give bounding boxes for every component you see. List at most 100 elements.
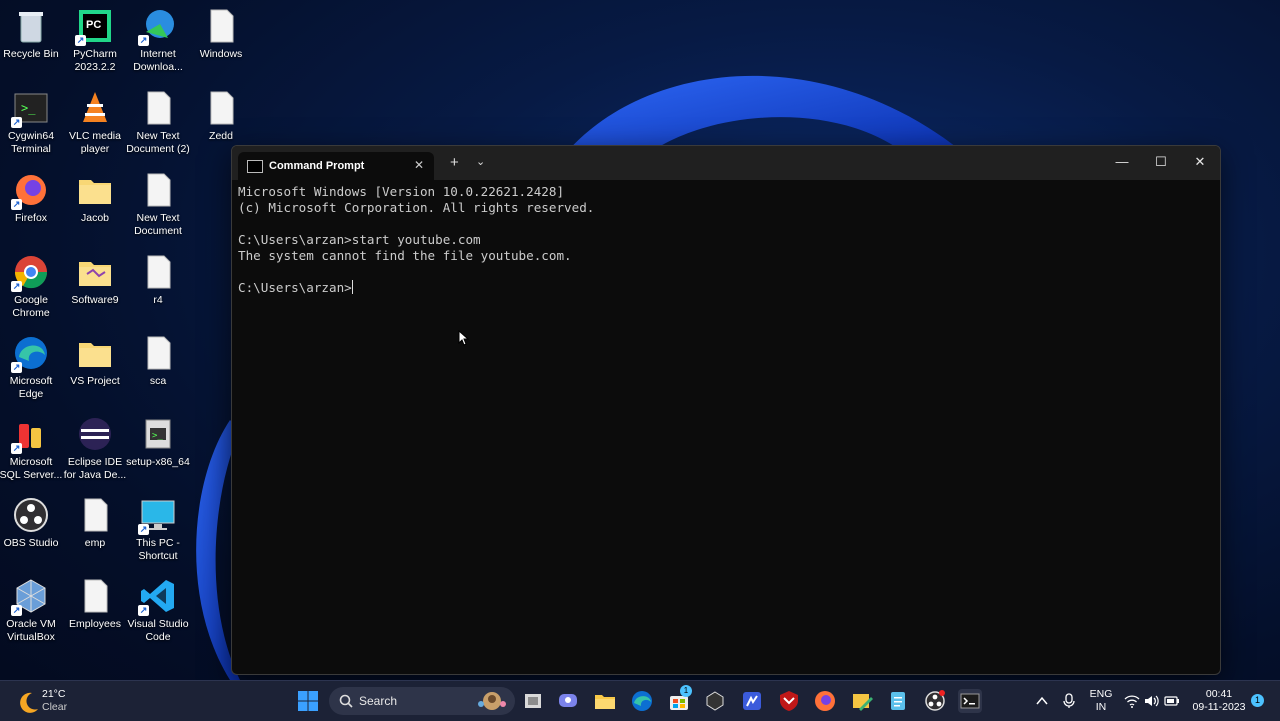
tab-dropdown-chevron-icon[interactable]: ⌄ xyxy=(476,155,485,168)
chevron-up-icon[interactable] xyxy=(1035,694,1049,708)
moon-weather-icon xyxy=(20,692,38,713)
command-prompt-icon xyxy=(247,160,263,173)
firefox-icon: ↗ xyxy=(11,170,51,210)
desktop-icon-vlc[interactable]: VLC media player xyxy=(62,84,128,162)
desktop-icon-sql-server[interactable]: ↗ Microsoft SQL Server... xyxy=(0,410,64,488)
clock-time[interactable]: 00:41 xyxy=(1188,688,1250,701)
desktop-icon-software9[interactable]: Software9 xyxy=(62,248,128,326)
folder-icon xyxy=(595,695,615,709)
taskbar-firefox[interactable] xyxy=(813,689,837,713)
task-view-icon xyxy=(525,694,541,708)
edge-icon: ↗ xyxy=(11,333,51,373)
task-view-button[interactable] xyxy=(521,689,545,713)
chat-icon xyxy=(559,694,577,707)
photo-editor-icon xyxy=(853,694,873,711)
desktop-icon-new-text-doc[interactable]: New Text Document xyxy=(125,166,191,244)
desktop-icon-windows[interactable]: Windows xyxy=(188,2,254,80)
desktop-icon-edge[interactable]: ↗ Microsoft Edge xyxy=(0,329,64,407)
notepad-icon xyxy=(891,692,905,710)
tab-close-icon[interactable]: ✕ xyxy=(414,158,424,172)
pycharm-icon: PC ↗ xyxy=(75,6,115,46)
vscode-icon: ↗ xyxy=(138,576,178,616)
obs-icon xyxy=(925,690,945,711)
virtualbox-icon: ↗ xyxy=(11,576,51,616)
desktop-icon-this-pc[interactable]: ↗ This PC - Shortcut xyxy=(125,491,191,569)
terminal-window[interactable]: Command Prompt ✕ + ⌄ — ☐ ✕ Microsoft Win… xyxy=(231,145,1221,675)
taskbar-app-chart[interactable] xyxy=(740,689,764,713)
desktop-icon-pycharm[interactable]: PC ↗ PyCharm 2023.2.2 xyxy=(62,2,128,80)
taskbar-store[interactable]: 1 xyxy=(667,685,692,713)
microphone-icon[interactable] xyxy=(1062,693,1076,709)
console-line: ​ xyxy=(238,264,1214,280)
desktop-icon-obs[interactable]: OBS Studio xyxy=(0,491,64,569)
taskbar-teams[interactable] xyxy=(556,689,580,713)
chrome-icon: ↗ xyxy=(11,252,51,292)
desktop-icon-vscode[interactable]: ↗ Visual Studio Code xyxy=(125,572,191,650)
obs-icon xyxy=(11,495,51,535)
language-indicator-line1[interactable]: ENG xyxy=(1086,688,1116,701)
desktop-icon-eclipse[interactable]: Eclipse IDE for Java De... xyxy=(62,410,128,488)
volume-icon[interactable] xyxy=(1144,694,1160,708)
desktop-icon-recycle-bin[interactable]: Recycle Bin xyxy=(0,2,64,80)
text-file-icon xyxy=(138,333,178,373)
console-output[interactable]: Microsoft Windows [Version 10.0.22621.24… xyxy=(238,184,1214,670)
wifi-icon[interactable] xyxy=(1124,694,1140,708)
desktop-icon-internet-download[interactable]: ↗ Internet Downloa... xyxy=(125,2,191,80)
desktop-icon-employees[interactable]: Employees xyxy=(62,572,128,650)
weather-widget[interactable]: 21°C Clear xyxy=(14,687,124,715)
search-placeholder: Search xyxy=(359,694,398,708)
desktop-icon-r4[interactable]: r4 xyxy=(125,248,191,326)
new-tab-button[interactable]: + xyxy=(450,154,459,171)
folder-icon xyxy=(75,170,115,210)
desktop-icon-sca[interactable]: sca xyxy=(125,329,191,407)
desktop-icon-virtualbox[interactable]: ↗ Oracle VM VirtualBox xyxy=(0,572,64,650)
desktop-icon-firefox[interactable]: ↗ Firefox xyxy=(0,166,64,244)
desktop-icon-cygwin[interactable]: >_ ↗ Cygwin64 Terminal xyxy=(0,84,64,162)
clock-date[interactable]: 09-11-2023 xyxy=(1188,701,1250,714)
taskbar-mcafee[interactable] xyxy=(777,689,801,713)
desktop-icon-vs-project[interactable]: VS Project xyxy=(62,329,128,407)
close-button[interactable]: ✕ xyxy=(1181,151,1219,173)
svg-text:>_: >_ xyxy=(21,101,36,115)
sql-server-icon: ↗ xyxy=(11,414,51,454)
taskbar-edge[interactable] xyxy=(630,689,654,713)
globe-icon: ↗ xyxy=(138,6,178,46)
maximize-button[interactable]: ☐ xyxy=(1142,151,1180,173)
taskbar-obs[interactable] xyxy=(923,689,947,713)
console-prompt: C:\Users\arzan> xyxy=(238,280,352,295)
unity-icon xyxy=(706,691,724,711)
shield-icon xyxy=(780,691,798,711)
search-box[interactable]: Search xyxy=(329,687,515,715)
desktop-icon-chrome[interactable]: ↗ Google Chrome xyxy=(0,248,64,326)
taskbar-terminal[interactable] xyxy=(958,689,982,713)
language-indicator-line2[interactable]: IN xyxy=(1086,701,1116,714)
desktop-icon-jacob[interactable]: Jacob xyxy=(62,166,128,244)
text-file-icon xyxy=(201,6,241,46)
tab-command-prompt[interactable]: Command Prompt ✕ xyxy=(238,152,434,180)
folder-icon xyxy=(75,333,115,373)
eclipse-icon xyxy=(75,414,115,454)
taskbar-notepad[interactable] xyxy=(886,689,910,713)
minimize-button[interactable]: — xyxy=(1103,151,1141,173)
taskbar-app-paint[interactable] xyxy=(850,689,874,713)
search-highlight-icon xyxy=(478,692,506,710)
text-file-icon xyxy=(138,88,178,128)
console-line: Microsoft Windows [Version 10.0.22621.24… xyxy=(238,184,565,199)
desktop-icon-emp[interactable]: emp xyxy=(62,491,128,569)
installer-icon: >_ xyxy=(138,414,178,454)
firefox-icon xyxy=(815,691,835,711)
desktop-icon-new-text-doc-2[interactable]: New Text Document (2) xyxy=(125,84,191,162)
taskbar-app-hex[interactable] xyxy=(703,689,727,713)
notification-badge[interactable]: 1 xyxy=(1251,694,1264,707)
vlc-cone-icon xyxy=(75,88,115,128)
taskbar-file-explorer[interactable] xyxy=(593,689,617,713)
console-prompt-line[interactable]: C:\Users\arzan> xyxy=(238,280,1214,296)
battery-icon[interactable] xyxy=(1164,694,1180,708)
desktop-icon-setup[interactable]: >_ setup-x86_64 xyxy=(125,410,191,488)
weather-temp: 21°C xyxy=(42,688,66,700)
terminal-titlebar[interactable]: Command Prompt ✕ + ⌄ — ☐ ✕ xyxy=(232,146,1220,180)
store-badge: 1 xyxy=(680,685,692,697)
text-file-icon xyxy=(201,88,241,128)
tab-title: Command Prompt xyxy=(269,160,365,172)
start-button[interactable] xyxy=(296,689,320,713)
